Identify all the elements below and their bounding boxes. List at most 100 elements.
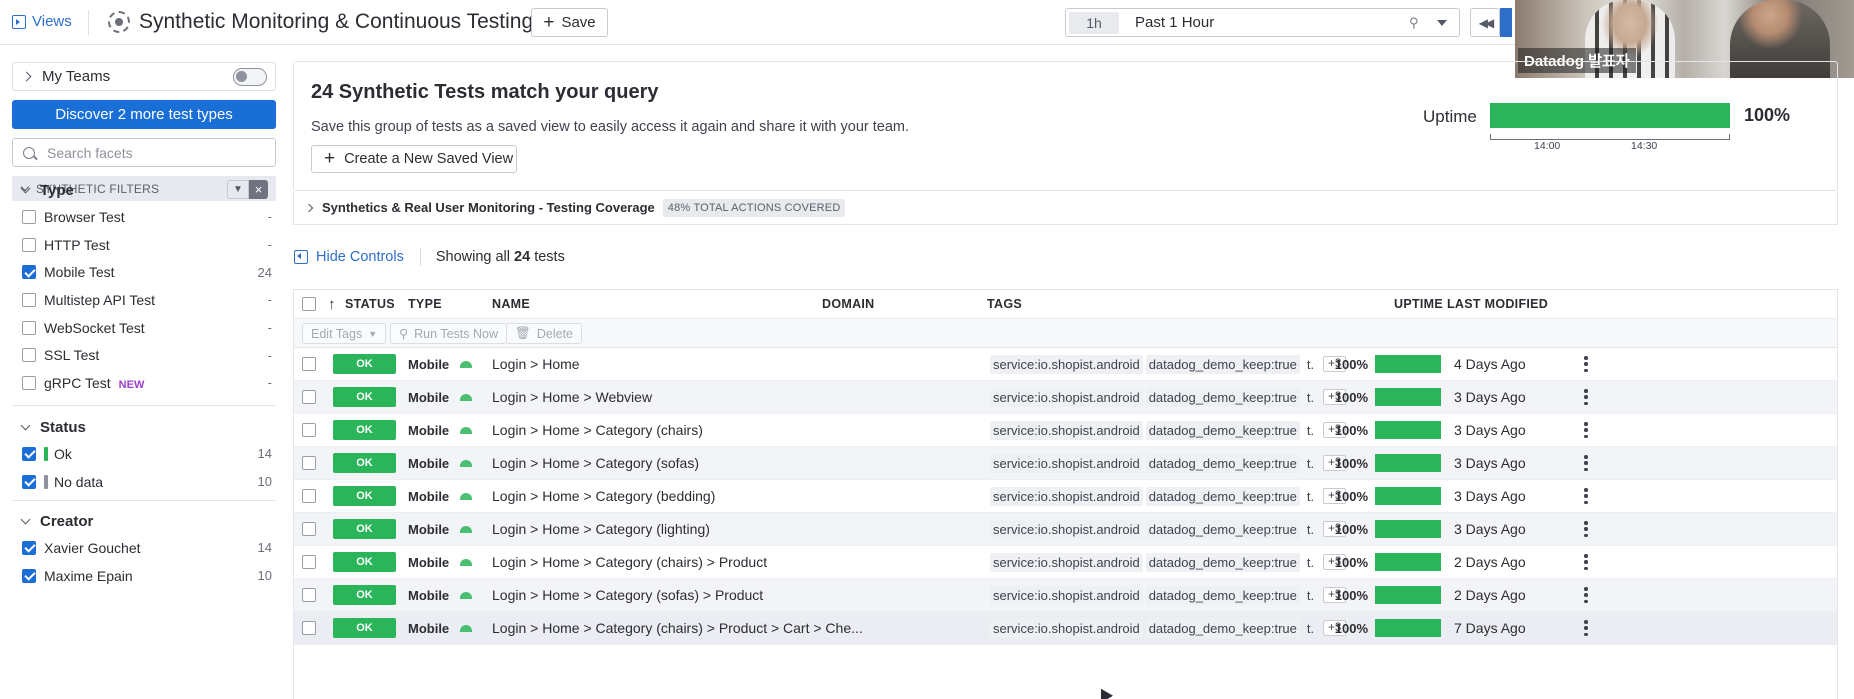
run-tests-button[interactable]: ⚲ Run Tests Now bbox=[390, 323, 507, 344]
tag-chip[interactable]: datadog_demo_keep:true bbox=[1145, 552, 1300, 572]
table-row[interactable]: OK Mobile Login > Home > Category (sofas) s… bbox=[294, 447, 1837, 480]
table-row[interactable]: OK Mobile Login > Home service:io.shopist.a… bbox=[294, 348, 1837, 381]
views-button[interactable]: Views bbox=[12, 13, 72, 30]
row-menu-icon[interactable] bbox=[1584, 422, 1588, 438]
column-last-modified[interactable]: LAST MODIFIED bbox=[1447, 297, 1548, 311]
chevron-down-icon[interactable] bbox=[1437, 19, 1447, 26]
save-button[interactable]: + Save bbox=[531, 8, 608, 37]
row-menu-icon[interactable] bbox=[1584, 554, 1588, 570]
create-saved-view-button[interactable]: + Create a New Saved View bbox=[311, 145, 517, 173]
tag-chip[interactable]: t. bbox=[1303, 520, 1318, 539]
tag-chip[interactable]: datadog_demo_keep:true bbox=[1145, 387, 1300, 407]
facet-item[interactable]: gRPC Test NEW - bbox=[22, 369, 272, 397]
row-checkbox[interactable] bbox=[302, 522, 316, 536]
tag-chip[interactable]: t. bbox=[1303, 586, 1318, 605]
test-name-link[interactable]: Login > Home > Webview bbox=[492, 389, 652, 405]
rewind-button[interactable]: ◀◀ bbox=[1470, 8, 1500, 37]
select-all-checkbox[interactable] bbox=[302, 297, 316, 311]
tag-chip[interactable]: t. bbox=[1303, 619, 1318, 638]
facet-item[interactable]: Mobile Test 24 bbox=[22, 258, 272, 286]
clear-filter-icon[interactable]: × bbox=[249, 180, 268, 199]
tag-chip[interactable]: service:io.shopist.android bbox=[990, 519, 1143, 539]
facet-item[interactable]: WebSocket Test - bbox=[22, 314, 272, 342]
facet-item[interactable]: UDP Test- bbox=[22, 397, 272, 401]
filter-icon[interactable]: ▼ bbox=[227, 180, 249, 199]
row-checkbox[interactable] bbox=[302, 456, 316, 470]
facet-item[interactable]: Ok 14 bbox=[22, 440, 272, 468]
facet-checkbox[interactable] bbox=[22, 474, 36, 489]
table-row[interactable]: OK Mobile Login > Home > Category (chairs)… bbox=[294, 612, 1837, 645]
facet-checkbox[interactable] bbox=[22, 568, 36, 583]
facet-item[interactable]: SSL Test - bbox=[22, 341, 272, 369]
tag-chip[interactable]: datadog_demo_keep:true bbox=[1145, 618, 1300, 638]
my-teams-toggle[interactable] bbox=[233, 67, 267, 86]
tag-chip[interactable]: service:io.shopist.android bbox=[990, 618, 1143, 638]
time-range-picker[interactable]: 1h Past 1 Hour ⚲ bbox=[1065, 8, 1460, 37]
column-type[interactable]: TYPE bbox=[408, 297, 442, 311]
facet-checkbox[interactable] bbox=[22, 446, 36, 461]
tag-chip[interactable]: service:io.shopist.android bbox=[990, 552, 1143, 572]
tag-chip[interactable]: service:io.shopist.android bbox=[990, 420, 1143, 440]
tag-chip[interactable]: datadog_demo_keep:true bbox=[1145, 519, 1300, 539]
facet-item[interactable]: Maxime Epain 10 bbox=[22, 562, 272, 590]
pause-button[interactable] bbox=[1500, 8, 1512, 37]
sort-arrow-up-icon[interactable]: ↑ bbox=[328, 296, 336, 313]
column-tags[interactable]: TAGS bbox=[987, 297, 1022, 311]
tag-chip[interactable]: t. bbox=[1303, 454, 1318, 473]
tag-chip[interactable]: service:io.shopist.android bbox=[990, 387, 1143, 407]
table-row[interactable]: OK Mobile Login > Home > Category (sofas) … bbox=[294, 579, 1837, 612]
facet-item[interactable]: Xavier Gouchet 14 bbox=[22, 534, 272, 562]
facet-checkbox[interactable] bbox=[22, 540, 36, 555]
tag-chip[interactable]: t. bbox=[1303, 487, 1318, 506]
hide-controls-link[interactable]: Hide Controls bbox=[316, 249, 404, 265]
row-menu-icon[interactable] bbox=[1584, 521, 1588, 537]
tag-chip[interactable]: t. bbox=[1303, 553, 1318, 572]
facet-search[interactable] bbox=[12, 138, 276, 167]
edit-tags-button[interactable]: Edit Tags ▼ bbox=[302, 323, 387, 344]
tag-chip[interactable]: service:io.shopist.android bbox=[990, 486, 1143, 506]
pin-icon[interactable]: ⚲ bbox=[1409, 15, 1423, 31]
row-menu-icon[interactable] bbox=[1584, 587, 1588, 603]
facet-checkbox[interactable] bbox=[22, 209, 36, 224]
facet-item[interactable]: Browser Test - bbox=[22, 203, 272, 231]
facet-item[interactable]: Multistep API Test - bbox=[22, 286, 272, 314]
tag-chip[interactable]: t. bbox=[1303, 355, 1318, 374]
test-name-link[interactable]: Login > Home > Category (sofas) bbox=[492, 455, 699, 471]
column-domain[interactable]: DOMAIN bbox=[822, 297, 875, 311]
tag-chip[interactable]: service:io.shopist.android bbox=[990, 585, 1143, 605]
tag-chip[interactable]: datadog_demo_keep:true bbox=[1145, 453, 1300, 473]
facet-checkbox[interactable] bbox=[22, 237, 36, 252]
row-menu-icon[interactable] bbox=[1584, 356, 1588, 372]
table-row[interactable]: OK Mobile Login > Home > Category (bedding… bbox=[294, 480, 1837, 513]
test-name-link[interactable]: Login > Home > Category (chairs) > Produ… bbox=[492, 620, 863, 636]
status-facet-header[interactable]: Status bbox=[20, 419, 86, 436]
tag-chip[interactable]: t. bbox=[1303, 388, 1318, 407]
facet-checkbox[interactable] bbox=[22, 320, 36, 335]
column-uptime[interactable]: UPTIME bbox=[1394, 297, 1443, 311]
row-menu-icon[interactable] bbox=[1584, 488, 1588, 504]
table-row[interactable]: OK Mobile Login > Home > Category (lightin… bbox=[294, 513, 1837, 546]
facet-checkbox[interactable] bbox=[22, 292, 36, 307]
search-facets-input[interactable] bbox=[47, 144, 267, 161]
test-name-link[interactable]: Login > Home bbox=[492, 356, 580, 372]
row-menu-icon[interactable] bbox=[1584, 455, 1588, 471]
row-checkbox[interactable] bbox=[302, 390, 316, 404]
table-row[interactable]: OK Mobile Login > Home > Category (chairs)… bbox=[294, 414, 1837, 447]
row-menu-icon[interactable] bbox=[1584, 620, 1588, 636]
test-name-link[interactable]: Login > Home > Category (chairs) > Produ… bbox=[492, 554, 767, 570]
testing-coverage-row[interactable]: Synthetics & Real User Monitoring - Test… bbox=[293, 191, 1838, 225]
row-menu-icon[interactable] bbox=[1584, 389, 1588, 405]
row-checkbox[interactable] bbox=[302, 489, 316, 503]
discover-test-types-button[interactable]: Discover 2 more test types bbox=[12, 100, 276, 129]
delete-button[interactable]: 🗑 Delete bbox=[506, 323, 583, 344]
row-checkbox[interactable] bbox=[302, 621, 316, 635]
row-checkbox[interactable] bbox=[302, 588, 316, 602]
column-name[interactable]: NAME bbox=[492, 297, 530, 311]
row-checkbox[interactable] bbox=[302, 555, 316, 569]
test-name-link[interactable]: Login > Home > Category (chairs) bbox=[492, 422, 703, 438]
test-name-link[interactable]: Login > Home > Category (lighting) bbox=[492, 521, 710, 537]
table-row[interactable]: OK Mobile Login > Home > Category (chairs)… bbox=[294, 546, 1837, 579]
facet-checkbox[interactable] bbox=[22, 348, 36, 363]
tag-chip[interactable]: service:io.shopist.android bbox=[990, 354, 1143, 374]
hide-controls-icon[interactable] bbox=[294, 250, 308, 264]
